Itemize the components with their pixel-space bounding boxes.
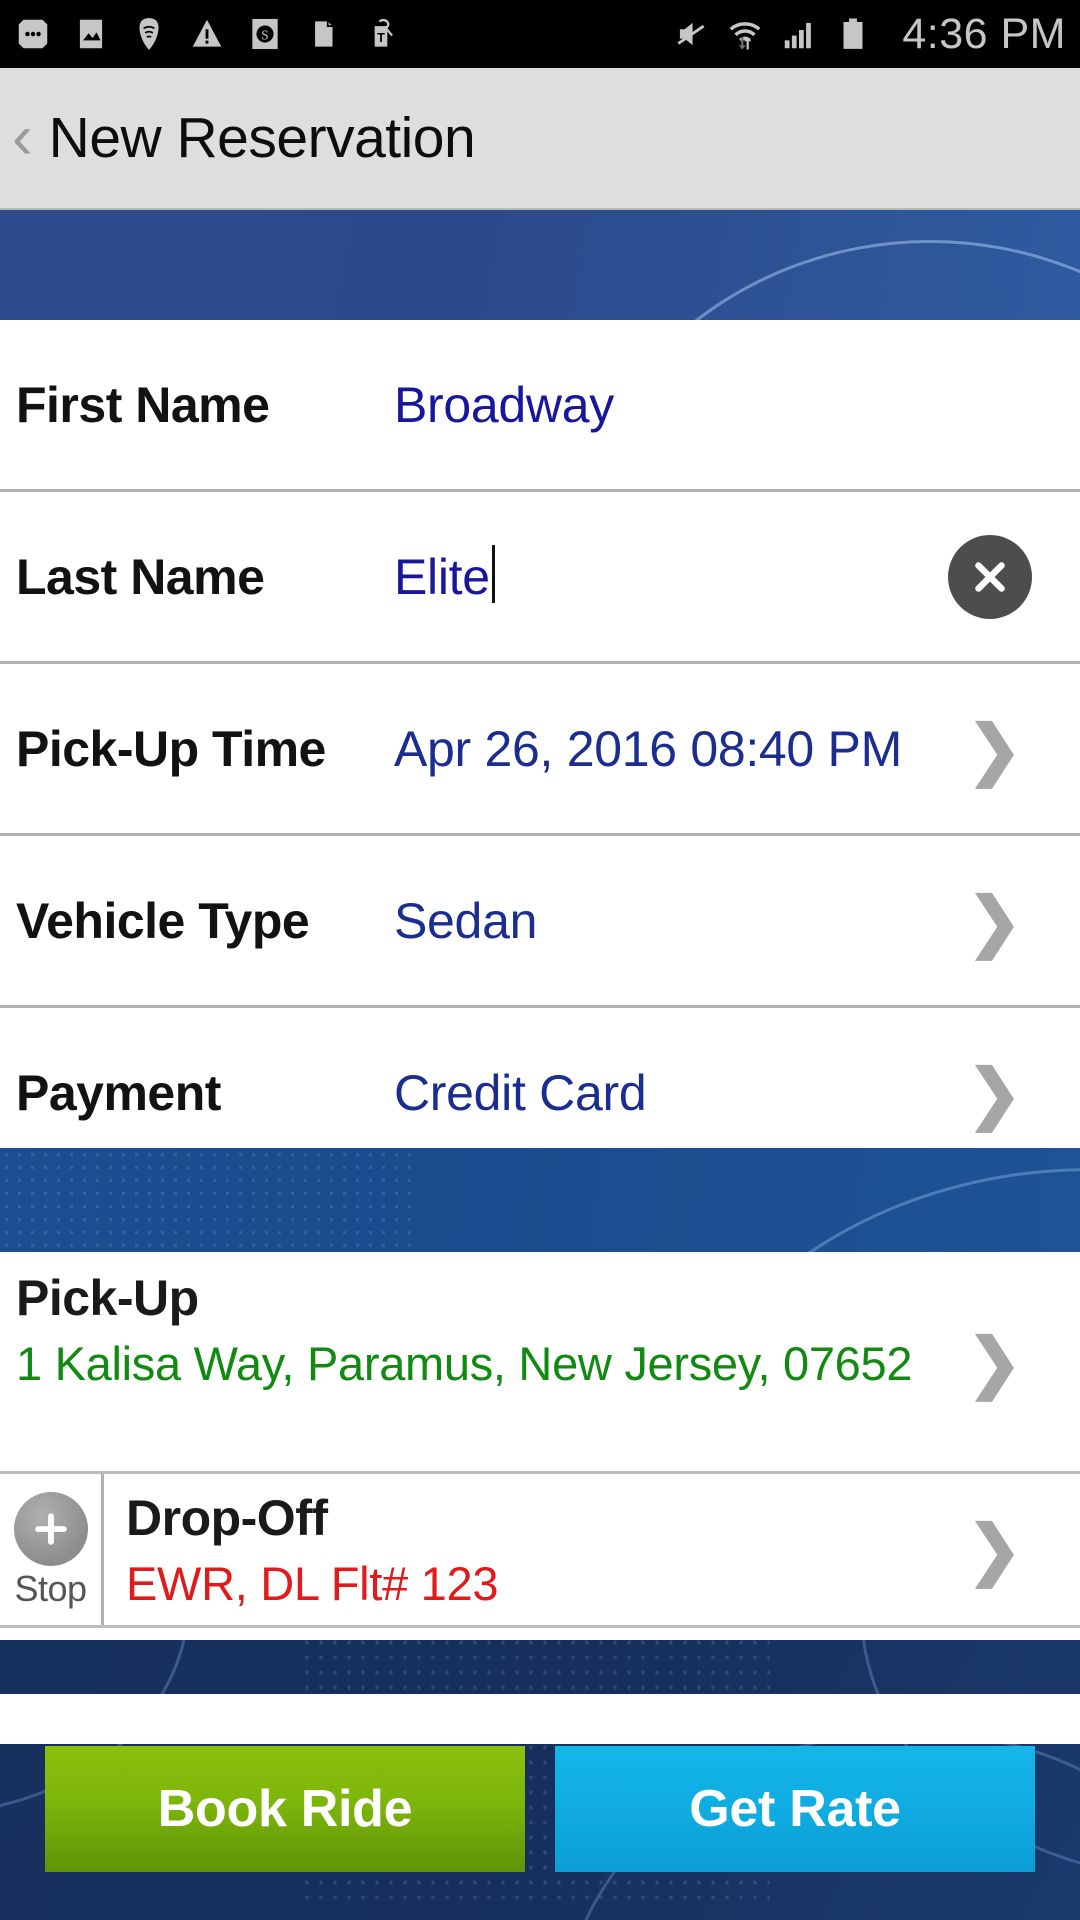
text-cursor [491, 544, 495, 603]
pickup-time-label: Pick-Up Time [16, 720, 326, 777]
photo-icon [79, 19, 103, 49]
dropoff-location-row[interactable]: Stop Drop-Off EWR, DL Flt# 123 ❯ [0, 1474, 1080, 1628]
pickup-address: 1 Kalisa Way, Paramus, New Jersey, 07652 [16, 1336, 913, 1390]
chevron-right-icon: ❯ [966, 711, 1022, 786]
vehicle-type-value: Sedan [394, 892, 538, 949]
banner-arc-decoration [640, 1168, 1080, 1252]
banner-arc-decoration [560, 240, 1080, 320]
middle-banner [0, 1148, 1080, 1252]
dropoff-address: EWR, DL Flt# 123 [126, 1556, 499, 1610]
chevron-right-icon: ❯ [966, 883, 1022, 958]
message-icon [18, 19, 48, 49]
chevron-right-icon: ❯ [966, 1512, 1022, 1587]
dropoff-title: Drop-Off [126, 1490, 328, 1546]
app-header: ‹ New Reservation [0, 68, 1080, 210]
payment-label: Payment [16, 1064, 221, 1121]
last-name-value[interactable]: Elite [394, 548, 490, 606]
banner-dot-texture [0, 1148, 420, 1252]
form-row-pickup-time[interactable]: Pick-Up Time Apr 26, 2016 08:40 PM ❯ [0, 664, 1080, 836]
cellular-signal-icon [785, 22, 812, 49]
tmobile-tag-icon: T [374, 18, 393, 47]
status-bar: S T 4:36 PM [0, 0, 1080, 68]
warning-icon [192, 19, 222, 47]
s-badge-icon: S [252, 18, 278, 50]
form-row-first-name[interactable]: First Name Broadway [0, 320, 1080, 492]
svg-text:S: S [261, 28, 268, 43]
svg-text:T: T [377, 31, 385, 45]
get-rate-button[interactable]: Get Rate [555, 1746, 1035, 1872]
pickup-time-value: Apr 26, 2016 08:40 PM [394, 720, 902, 777]
page-title: New Reservation [48, 106, 476, 170]
pickup-title: Pick-Up [16, 1270, 199, 1326]
close-icon [975, 561, 1005, 592]
status-bar-left-icons: S T [14, 13, 672, 55]
reservation-form: First Name Broadway Last Name Elite Pick… [0, 320, 1080, 1180]
plus-icon [13, 1492, 88, 1567]
dropoff-body: Drop-Off EWR, DL Flt# 123 [104, 1474, 1080, 1625]
chevron-right-icon: ❯ [966, 1055, 1022, 1130]
status-bar-clock: 4:36 PM [902, 9, 1066, 58]
form-row-last-name[interactable]: Last Name Elite [0, 492, 1080, 664]
action-button-bar: Book Ride Get Rate [0, 1698, 1080, 1920]
form-row-vehicle-type[interactable]: Vehicle Type Sedan ❯ [0, 836, 1080, 1008]
battery-icon [843, 18, 863, 49]
payment-value: Credit Card [394, 1064, 647, 1121]
plus-glyph [34, 1513, 67, 1546]
clear-last-name-button[interactable] [948, 534, 1032, 619]
vehicle-type-label: Vehicle Type [16, 892, 310, 949]
status-bar-right-icons: 4:36 PM [672, 10, 1066, 59]
wifi-data-icon [729, 22, 761, 50]
chevron-right-icon: ❯ [966, 1324, 1022, 1399]
signal-shield-icon [139, 18, 159, 50]
mute-icon [677, 22, 705, 46]
add-stop-button[interactable]: Stop [0, 1474, 104, 1625]
app-screen: S T 4:36 PM ‹ New Reservation First Name… [0, 0, 1080, 1920]
pickup-location-row[interactable]: Pick-Up 1 Kalisa Way, Paramus, New Jerse… [0, 1252, 1080, 1474]
first-name-value[interactable]: Broadway [394, 376, 614, 434]
first-name-label: First Name [16, 376, 270, 433]
locations-section: Pick-Up 1 Kalisa Way, Paramus, New Jerse… [0, 1252, 1080, 1628]
top-banner [0, 210, 1080, 320]
add-stop-label: Stop [14, 1568, 87, 1610]
last-name-label: Last Name [16, 548, 265, 605]
back-chevron-icon[interactable]: ‹ [12, 107, 33, 169]
book-ride-button[interactable]: Book Ride [45, 1746, 525, 1872]
sim-card-icon [315, 21, 333, 47]
